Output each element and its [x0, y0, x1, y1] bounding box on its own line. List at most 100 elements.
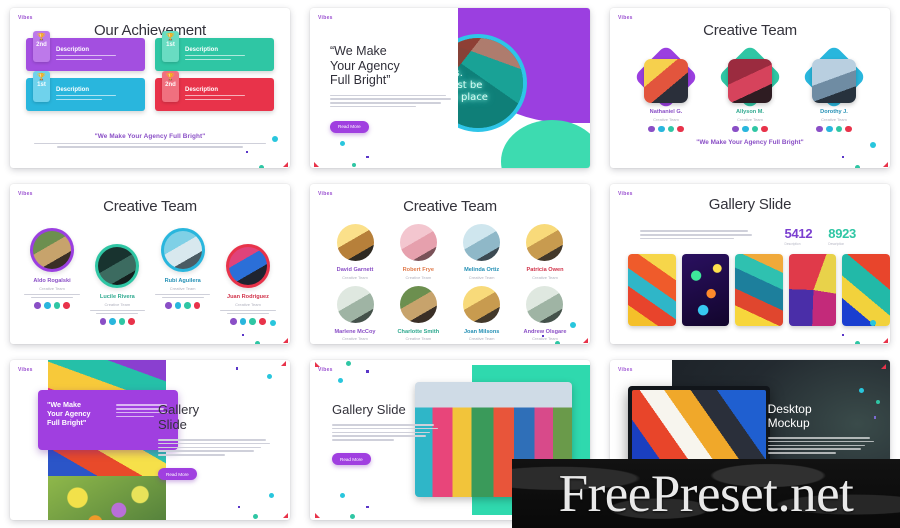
team-member[interactable]: Melinda Ortiz Creative Team [451, 224, 513, 280]
instagram-icon[interactable] [835, 125, 843, 133]
slide-cell-creative-team-8[interactable]: Vibes Creative Team David Garnett Creati… [300, 176, 600, 352]
slide-gallery-overlay[interactable]: Vibes "We Make Your Agency Full Bright" … [10, 360, 290, 520]
slide-hero[interactable]: this. must be the place Vibes “We Make Y… [310, 8, 590, 168]
gallery-image[interactable] [681, 254, 730, 326]
social-links[interactable] [802, 125, 866, 133]
avatar [644, 59, 688, 103]
linkedin-icon[interactable] [193, 302, 201, 309]
gallery-strip [628, 254, 890, 326]
slide-cell-gallery-strip[interactable]: Vibes Gallery Slide 5412 Description 892… [600, 176, 900, 352]
achievement-card[interactable]: 🏆 1st Description [26, 71, 145, 111]
team-member[interactable]: Charlotte Smith Creative Team [387, 285, 449, 341]
read-more-button[interactable]: Read More [330, 121, 369, 133]
achievement-card[interactable]: 🏆 2nd Description [26, 31, 145, 71]
member-role: Creative Team [653, 116, 679, 122]
twitter-icon[interactable] [657, 125, 665, 133]
slide-creative-team-3[interactable]: Vibes Creative Team Nathaniel G. Creativ… [610, 8, 890, 168]
linkedin-icon[interactable] [677, 125, 684, 133]
deco-dot [855, 341, 860, 344]
slide-cell-gallery-overlay[interactable]: Vibes "We Make Your Agency Full Bright" … [0, 352, 300, 528]
slide-creative-team-8[interactable]: Vibes Creative Team David Garnett Creati… [310, 184, 590, 344]
rank-badge: 🏆 2nd [33, 31, 50, 62]
avatar [728, 59, 772, 103]
achievement-card[interactable]: 🏆 1st Description [155, 31, 274, 71]
gallery-image[interactable] [842, 254, 890, 326]
member-role: Creative Team [468, 274, 495, 280]
team-member[interactable]: Lucile Rivera Creative Team [85, 244, 149, 325]
deco-square [841, 333, 844, 336]
linkedin-icon[interactable] [845, 125, 852, 133]
deco-dot [269, 493, 274, 498]
slide-achievement[interactable]: Vibes Our Achievement 🏆 2nd Description [10, 8, 290, 168]
twitter-icon[interactable] [741, 125, 749, 133]
instagram-icon[interactable] [751, 125, 759, 133]
watermark-bar: FreePreset.net [512, 459, 900, 528]
team-member[interactable]: David Garnett Creative Team [324, 224, 386, 280]
team-member[interactable]: Rubi Aguilera Creative Team [151, 228, 215, 325]
page-title: Creative Team [403, 198, 497, 215]
deco-square [541, 334, 544, 337]
deco-square [841, 155, 844, 158]
team-member[interactable]: Allyson M. Creative Team [717, 44, 783, 133]
linkedin-icon[interactable] [63, 302, 70, 309]
instagram-icon[interactable] [53, 302, 61, 309]
twitter-icon[interactable] [109, 318, 116, 325]
deco-triangle [283, 338, 288, 343]
team-member[interactable]: Nathaniel G. Creative Team [633, 44, 699, 133]
slide-cell-hero[interactable]: this. must be the place Vibes “We Make Y… [300, 0, 600, 176]
instagram-icon[interactable] [118, 318, 126, 325]
team-member[interactable]: Dorothy J. Creative Team [801, 44, 867, 133]
slide-creative-team-4[interactable]: Vibes Creative Team Aldo Rogalski Creati… [10, 184, 290, 344]
watermark-text: FreePreset.net [558, 464, 854, 523]
brand-logo: Vibes [318, 367, 333, 373]
member-name: Nathaniel G. [649, 109, 683, 115]
social-links[interactable] [718, 125, 782, 133]
instagram-icon[interactable] [184, 302, 191, 309]
slide-cell-creative-team-4[interactable]: Vibes Creative Team Aldo Rogalski Creati… [0, 176, 300, 352]
gallery-image[interactable] [628, 254, 676, 326]
twitter-icon[interactable] [174, 302, 182, 309]
gallery-image[interactable] [788, 254, 837, 326]
facebook-icon[interactable] [230, 318, 237, 325]
deco-dot [270, 320, 276, 326]
social-links[interactable] [151, 302, 215, 309]
read-more-button[interactable]: Read More [332, 453, 371, 466]
twitter-icon[interactable] [825, 125, 833, 133]
gallery-image[interactable] [48, 476, 166, 520]
facebook-icon[interactable] [164, 302, 172, 309]
team-member[interactable]: Aldo Rogalski Creative Team [20, 228, 84, 325]
avatar [526, 224, 564, 261]
linkedin-icon[interactable] [128, 318, 136, 325]
member-role: Creative Team [104, 301, 131, 307]
instagram-icon[interactable] [249, 318, 257, 325]
facebook-icon[interactable] [34, 302, 41, 309]
team-member[interactable]: Juan Rodriguez Creative Team [216, 244, 280, 325]
deco-square [235, 367, 238, 370]
facebook-icon[interactable] [648, 125, 655, 133]
team-member[interactable]: Joan Milsons Creative Team [451, 285, 513, 341]
slide-cell-creative-team-3[interactable]: Vibes Creative Team Nathaniel G. Creativ… [600, 0, 900, 176]
social-links[interactable] [20, 302, 84, 309]
team-member[interactable]: Robert Frye Creative Team [387, 224, 449, 280]
deco-dot [253, 514, 258, 519]
facebook-icon[interactable] [816, 125, 823, 133]
avatar [399, 224, 437, 261]
linkedin-icon[interactable] [259, 318, 266, 325]
slide-gallery-strip[interactable]: Vibes Gallery Slide 5412 Description 892… [610, 184, 890, 344]
facebook-icon[interactable] [732, 125, 739, 133]
achievement-card[interactable]: 🏆 2nd Description [155, 71, 274, 111]
slide-cell-achievement[interactable]: Vibes Our Achievement 🏆 2nd Description [0, 0, 300, 176]
instagram-icon[interactable] [667, 125, 675, 133]
facebook-icon[interactable] [99, 318, 107, 325]
read-more-button[interactable]: Read More [158, 468, 197, 481]
twitter-icon[interactable] [239, 318, 247, 325]
social-links[interactable] [85, 318, 149, 325]
linkedin-icon[interactable] [761, 125, 768, 133]
gallery-image[interactable] [735, 254, 783, 326]
team-member-list: Aldo Rogalski Creative Team Lucile River… [20, 228, 280, 325]
team-member[interactable]: Patricia Owen Creative Team [514, 224, 576, 280]
team-member[interactable]: Andrew Olsgare Creative Team [514, 285, 576, 341]
team-member[interactable]: Marlene McCoy Creative Team [324, 285, 386, 341]
twitter-icon[interactable] [43, 302, 51, 309]
social-links[interactable] [634, 125, 698, 133]
